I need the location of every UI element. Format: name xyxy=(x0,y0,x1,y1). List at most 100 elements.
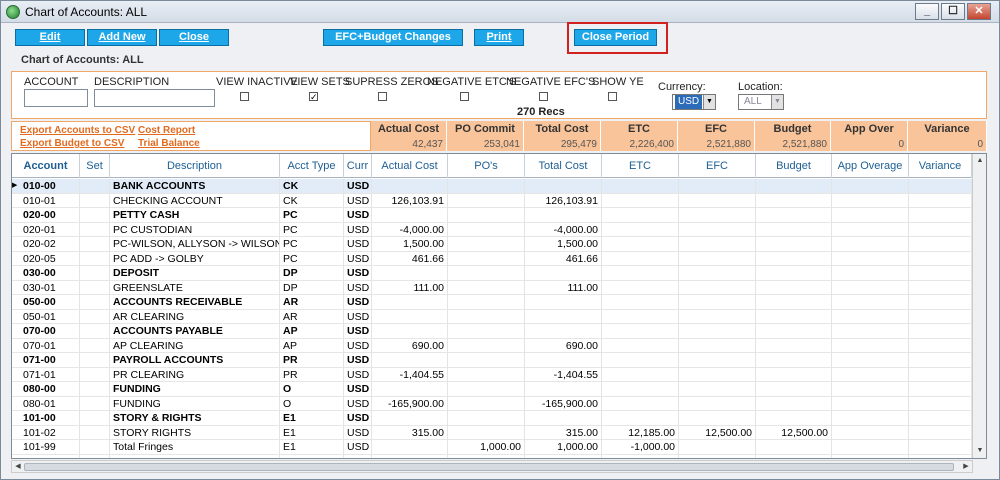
scroll-thumb[interactable] xyxy=(24,463,954,471)
cell-efc xyxy=(679,251,756,266)
cell-appover xyxy=(832,280,909,295)
description-input[interactable] xyxy=(94,89,215,107)
cell-type: DP xyxy=(280,266,344,280)
cell-account: 030-01 xyxy=(20,280,80,295)
table-row[interactable]: 020-02 PC-WILSON, ALLYSON -> WILSONA2 PC US… xyxy=(12,237,972,252)
cell-po xyxy=(448,454,525,458)
section-title: Chart of Accounts: ALL xyxy=(21,54,144,66)
column-header-actual-cost[interactable]: Actual Cost xyxy=(372,154,448,178)
cell-appover xyxy=(832,382,909,396)
cell-variance xyxy=(909,425,972,440)
scroll-down-icon[interactable]: ▼ xyxy=(973,444,986,458)
cell-budget xyxy=(756,237,832,251)
cell-etc xyxy=(602,382,679,396)
view-inactive-checkbox[interactable] xyxy=(240,92,249,101)
vertical-scrollbar[interactable]: ▲ ▼ xyxy=(972,154,986,458)
cell-type: PC xyxy=(280,237,344,251)
cell-variance xyxy=(909,367,972,382)
column-header-efc[interactable]: EFC xyxy=(679,154,756,178)
negative-efcs-checkbox[interactable] xyxy=(539,92,548,101)
row-indicator-icon: ▶ xyxy=(12,182,18,189)
supress-zeros-checkbox[interactable] xyxy=(378,92,387,101)
cell-set xyxy=(80,382,110,396)
column-header-acct-type[interactable]: Acct Type xyxy=(280,154,344,178)
cell-set xyxy=(80,338,110,353)
table-row[interactable]: 070-00 ACCOUNTS PAYABLE AP USD xyxy=(12,324,972,339)
horizontal-scrollbar[interactable]: ◀ ▶ xyxy=(11,460,973,473)
cell-curr: USD xyxy=(344,353,372,367)
table-row[interactable]: 102-00 WRITINGE1USD xyxy=(12,454,972,458)
cell-variance xyxy=(909,295,972,309)
summary-label: PO Commit xyxy=(455,123,515,135)
summary-variance: Variance 0 xyxy=(908,121,987,151)
scroll-right-icon[interactable]: ▶ xyxy=(960,461,972,472)
table-row[interactable]: 030-01 GREENSLATE DP USD 111.00 111.00 xyxy=(12,280,972,295)
table-row[interactable]: 101-99 Total Fringes E1 USD 1,000.00 1,000.00… xyxy=(12,440,972,455)
column-header-pos[interactable]: PO's xyxy=(448,154,525,178)
column-header-etc[interactable]: ETC xyxy=(602,154,679,178)
column-header-description[interactable]: Description xyxy=(110,154,280,178)
cell-actual: -1,404.55 xyxy=(372,367,448,382)
summary-label: Variance xyxy=(924,123,970,135)
location-select[interactable]: ALL ▼ xyxy=(738,94,784,110)
location-value: ALL xyxy=(744,96,762,107)
print-button[interactable]: Print xyxy=(474,29,524,46)
table-row[interactable]: 050-01 AR CLEARING AR USD xyxy=(12,309,972,324)
account-input[interactable] xyxy=(24,89,88,107)
summary-value: 2,521,880 xyxy=(706,139,752,150)
column-header-app-overage[interactable]: App Overage xyxy=(832,154,909,178)
close-window-button[interactable]: ✕ xyxy=(967,3,991,20)
table-row[interactable]: 080-01 FUNDING O USD -165,900.00 -165,900.00 xyxy=(12,396,972,411)
cell-appover xyxy=(832,338,909,353)
table-row[interactable]: 101-02 STORY RIGHTS E1 USD 315.00 315.00 12,18… xyxy=(12,425,972,440)
table-row[interactable]: 020-01 PC CUSTODIAN PC USD -4,000.00 -4,000.0… xyxy=(12,222,972,237)
cost-report-link[interactable]: Cost Report xyxy=(138,125,195,136)
trial-balance-link[interactable]: Trial Balance xyxy=(138,138,200,149)
cell-etc xyxy=(602,266,679,280)
table-row[interactable]: 071-01 PR CLEARING PR USD -1,404.55 -1,404.55 xyxy=(12,367,972,382)
table-row[interactable]: 101-00 STORY & RIGHTS E1 USD xyxy=(12,411,972,426)
export-budget-csv-link[interactable]: Export Budget to CSV xyxy=(20,138,124,149)
column-header-budget[interactable]: Budget xyxy=(756,154,832,178)
edit-button[interactable]: Edit xyxy=(15,29,85,46)
export-accounts-csv-link[interactable]: Export Accounts to CSV xyxy=(20,125,135,136)
show-ye-checkbox[interactable] xyxy=(608,92,617,101)
cell-po xyxy=(448,295,525,309)
currency-select[interactable]: USD ▼ xyxy=(672,94,716,110)
table-row[interactable]: 020-00 PETTY CASH PC USD xyxy=(12,208,972,223)
column-header-variance[interactable]: Variance xyxy=(909,154,972,178)
cell-po xyxy=(448,266,525,280)
close-button[interactable]: Close xyxy=(159,29,229,46)
cell-total: 1,000.00 xyxy=(525,440,602,454)
table-row[interactable]: 050-00 ACCOUNTS RECEIVABLE AR USD xyxy=(12,295,972,310)
column-header-curr[interactable]: Curr xyxy=(344,154,372,178)
cell-appover xyxy=(832,367,909,382)
cell-curr: USD xyxy=(344,179,372,193)
add-new-button[interactable]: Add New xyxy=(87,29,157,46)
cell-type: PC xyxy=(280,251,344,266)
table-row[interactable]: ▶ 010-00 BANK ACCOUNTS CK USD xyxy=(12,179,972,194)
cell-appover xyxy=(832,222,909,237)
cell-variance xyxy=(909,396,972,411)
table-row[interactable]: 030-00 DEPOSIT DP USD xyxy=(12,266,972,281)
view-sets-checkbox[interactable]: ✓ xyxy=(309,92,318,102)
table-row[interactable]: 071-00 PAYROLL ACCOUNTS PR USD xyxy=(12,353,972,368)
negative-etcs-checkbox[interactable] xyxy=(460,92,469,101)
table-row[interactable]: 010-01 CHECKING ACCOUNT CK USD 126,103.91 126… xyxy=(12,193,972,208)
minimize-button[interactable]: _ xyxy=(915,3,939,20)
cell-set xyxy=(80,222,110,237)
column-header-set[interactable]: Set xyxy=(80,154,110,178)
close-period-button[interactable]: Close Period xyxy=(574,29,657,46)
scroll-left-icon[interactable]: ◀ xyxy=(12,461,24,472)
scroll-up-icon[interactable]: ▲ xyxy=(973,154,986,168)
cell-curr: USD xyxy=(344,295,372,309)
table-row[interactable]: 080-00 FUNDING O USD xyxy=(12,382,972,397)
table-row[interactable]: 020-05 PC ADD -> GOLBY PC USD 461.66 461.66 xyxy=(12,251,972,266)
column-header-account[interactable]: Account xyxy=(12,154,80,178)
cell-actual: 315.00 xyxy=(372,425,448,440)
cell-efc xyxy=(679,338,756,353)
maximize-button[interactable]: ☐ xyxy=(941,3,965,20)
table-row[interactable]: 070-01 AP CLEARING AP USD 690.00 690.00 xyxy=(12,338,972,353)
column-header-total-cost[interactable]: Total Cost xyxy=(525,154,602,178)
efc-budget-changes-button[interactable]: EFC+Budget Changes xyxy=(323,29,463,46)
